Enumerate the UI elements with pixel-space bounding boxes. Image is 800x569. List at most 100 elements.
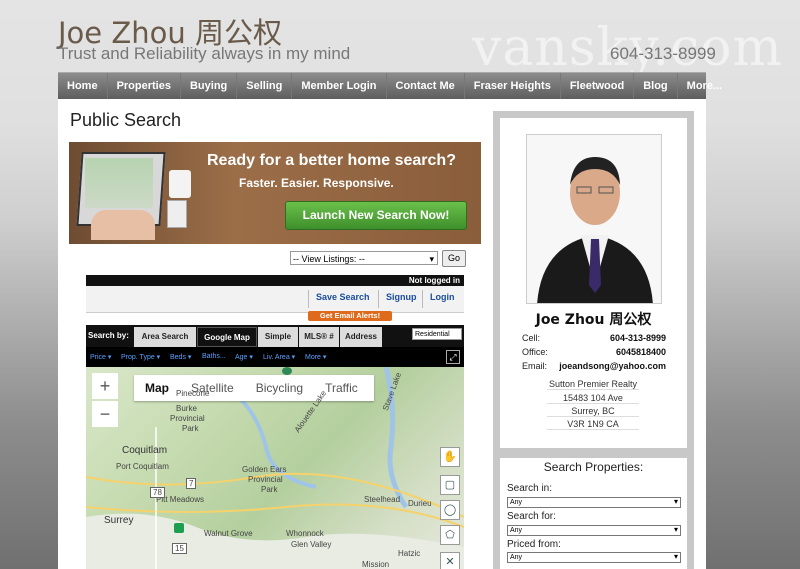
filter-liv-area[interactable]: Liv. Area ▾ xyxy=(263,353,295,361)
nav-blog[interactable]: Blog xyxy=(634,73,678,100)
nav-member-login[interactable]: Member Login xyxy=(292,73,387,100)
clear-shapes-icon[interactable]: ✕ xyxy=(440,552,460,569)
address-city: Surrey, BC xyxy=(547,406,639,417)
tab-simple[interactable]: Simple xyxy=(258,327,298,347)
widget-toolbar: Save Search Signup Login xyxy=(86,286,464,313)
map-label: Pinecone xyxy=(176,389,210,398)
toolbar-divider xyxy=(308,290,309,308)
map-label: Glen Valley xyxy=(291,540,332,549)
map-marker-icon[interactable] xyxy=(174,523,184,533)
map-label: Provincial xyxy=(170,414,205,423)
zoom-in-button[interactable]: + xyxy=(92,373,118,399)
highway-shield: 78 xyxy=(150,487,165,498)
toolbar-divider xyxy=(378,290,379,308)
search-by-label: Search by: xyxy=(88,331,129,340)
filter-beds[interactable]: Beds ▾ xyxy=(170,353,191,361)
tab-google-map[interactable]: Google Map xyxy=(197,327,257,347)
search-tabs: Search by: Area Search Google Map Simple… xyxy=(86,325,464,347)
highway-shield: 15 xyxy=(172,543,187,554)
cell-label: Cell: xyxy=(522,333,541,343)
email-label: Email: xyxy=(522,361,548,371)
filter-bar: Price ▾ Prop. Type ▾ Beds ▾ Baths... Age… xyxy=(86,347,464,367)
filter-price[interactable]: Price ▾ xyxy=(90,353,111,361)
nav-properties[interactable]: Properties xyxy=(108,73,181,100)
map-label: Whonnock xyxy=(286,529,324,538)
map-label: Park xyxy=(261,485,278,494)
map-label: Walnut Grove xyxy=(204,529,253,538)
go-button[interactable]: Go xyxy=(442,250,466,267)
phone-illustration xyxy=(167,200,187,228)
tab-area-search[interactable]: Area Search xyxy=(134,327,196,347)
office-value[interactable]: 6045818400 xyxy=(616,347,666,357)
search-for-select[interactable]: Any xyxy=(507,525,681,536)
map-type-bicycling[interactable]: Bicycling xyxy=(245,375,314,401)
banner-headline: Ready for a better home search? xyxy=(207,152,456,169)
laptop-screen-illustration xyxy=(85,158,153,208)
widget-status-bar: Not logged in xyxy=(86,275,464,286)
map-label: Golden Ears xyxy=(242,465,287,474)
launch-search-button[interactable]: Launch New Search Now! xyxy=(285,201,467,230)
cell-value[interactable]: 604-313-8999 xyxy=(610,333,666,343)
filter-prop-type[interactable]: Prop. Type ▾ xyxy=(121,353,160,361)
filter-baths[interactable]: Baths... xyxy=(202,353,226,360)
expand-icon[interactable]: ⤢ xyxy=(446,350,460,364)
zoom-out-button[interactable]: − xyxy=(92,401,118,427)
nav-selling[interactable]: Selling xyxy=(237,73,293,100)
map-type-map[interactable]: Map xyxy=(134,375,180,401)
email-value[interactable]: joeandsong@yahoo.com xyxy=(559,361,666,371)
search-for-label: Search for: xyxy=(507,511,556,522)
nav-fraser-heights[interactable]: Fraser Heights xyxy=(465,73,561,100)
map-label: Mission xyxy=(362,560,390,569)
map-label: Steelhead xyxy=(364,495,401,504)
agent-name: Joe Zhou 周公权 xyxy=(535,312,652,328)
agent-photo xyxy=(526,134,662,304)
toolbar-divider xyxy=(422,290,423,308)
map-label: Port Coquitlam xyxy=(116,462,169,471)
view-listings-select[interactable]: -- View Listings: -- xyxy=(290,251,438,266)
login-status: Not logged in xyxy=(408,276,460,285)
coffee-cup-illustration xyxy=(169,170,191,198)
google-map[interactable]: + − Map Satellite Bicycling Traffic Pine… xyxy=(86,367,464,569)
save-search-button[interactable]: Save Search xyxy=(316,292,370,302)
map-type-control: Map Satellite Bicycling Traffic xyxy=(134,375,374,401)
circle-draw-icon[interactable]: ◯ xyxy=(440,500,460,520)
map-label: Surrey xyxy=(104,515,134,526)
map-label: Provincial xyxy=(248,475,283,484)
map-label: Durieu xyxy=(408,499,432,508)
polygon-draw-icon[interactable]: ⬠ xyxy=(440,525,460,545)
tab-address[interactable]: Address xyxy=(340,327,382,347)
rectangle-draw-icon[interactable]: ▢ xyxy=(440,475,460,495)
map-search-widget: Not logged in Save Search Signup Login S… xyxy=(86,275,464,569)
nav-more[interactable]: More... xyxy=(678,73,731,100)
filter-more[interactable]: More ▾ xyxy=(305,353,326,361)
search-in-select[interactable]: Any xyxy=(507,497,681,508)
login-button[interactable]: Login xyxy=(430,292,455,302)
priced-from-select[interactable]: Any xyxy=(507,552,681,563)
address-postal: V3R 1N9 CA xyxy=(547,419,639,430)
address-street: 15483 104 Ave xyxy=(547,393,639,404)
search-banner[interactable]: Ready for a better home search? Faster. … xyxy=(69,142,481,244)
nav-buying[interactable]: Buying xyxy=(181,73,238,100)
office-label: Office: xyxy=(522,347,548,357)
nav-contact-me[interactable]: Contact Me xyxy=(387,73,465,100)
main-nav: Home Properties Buying Selling Member Lo… xyxy=(58,72,722,100)
map-marker-icon[interactable] xyxy=(282,367,292,375)
map-label: Burke xyxy=(176,404,197,413)
nav-home[interactable]: Home xyxy=(58,73,108,100)
site-tagline: Trust and Reliability always in my mind xyxy=(58,44,351,63)
filter-age[interactable]: Age ▾ xyxy=(235,353,253,361)
priced-from-label: Priced from: xyxy=(507,539,561,550)
banner-subline: Faster. Easier. Responsive. xyxy=(239,176,394,190)
property-type-select[interactable]: Residential xyxy=(412,328,462,340)
search-in-label: Search in: xyxy=(507,483,553,494)
brokerage-name: Sutton Premier Realty xyxy=(547,379,639,390)
nav-fleetwood[interactable]: Fleetwood xyxy=(561,73,635,100)
header-phone: 604-313-8999 xyxy=(610,44,716,63)
signup-button[interactable]: Signup xyxy=(386,292,417,302)
agent-portrait-illustration xyxy=(527,135,661,303)
highway-shield: 7 xyxy=(186,478,197,489)
map-label: Park xyxy=(182,424,199,433)
tab-mls[interactable]: MLS® # xyxy=(299,327,339,347)
email-alerts-button[interactable]: Get Email Alerts! xyxy=(308,311,392,321)
hand-tool-icon[interactable]: ✋ xyxy=(440,447,460,467)
